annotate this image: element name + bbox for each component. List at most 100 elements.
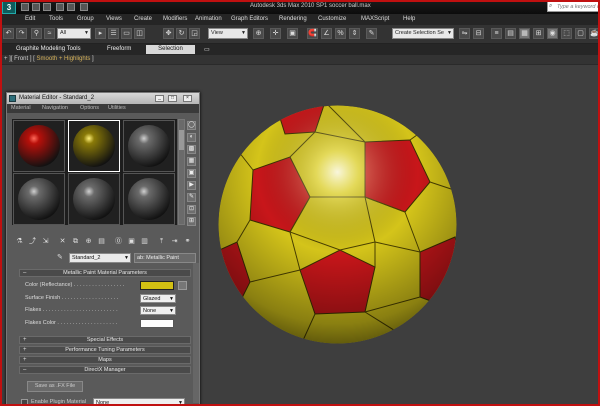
- material-editor-title-bar[interactable]: Material Editor - Standard_2 _ □ ×: [7, 93, 199, 104]
- project-folder-icon[interactable]: [80, 3, 88, 11]
- sample-slot[interactable]: [68, 120, 120, 172]
- viewport-label[interactable]: + ][ Front ] [ Smooth + Highlights ]: [4, 56, 94, 62]
- move-icon[interactable]: ✥: [163, 28, 174, 39]
- render-setup-icon[interactable]: ⬚: [561, 28, 572, 39]
- rectangular-selection-icon[interactable]: ▭: [121, 28, 132, 39]
- menu-help[interactable]: Help: [403, 16, 415, 22]
- close-button[interactable]: ×: [183, 95, 192, 102]
- save-as-fx-file-button[interactable]: Save as .FX File: [27, 381, 83, 392]
- me-menu-utilities[interactable]: Utilities: [108, 105, 126, 111]
- sample-type-icon[interactable]: ◯: [187, 121, 196, 130]
- app-logo-icon[interactable]: 3: [2, 1, 16, 14]
- rollout-performance-tuning[interactable]: + Performance Tuning Parameters: [19, 346, 191, 354]
- material-type-button[interactable]: ab: Metallic Paint: [134, 253, 196, 263]
- material-id-channel-icon[interactable]: ⓪: [114, 237, 123, 246]
- named-selection-set-dropdown[interactable]: Create Selection Se ▼: [392, 28, 454, 39]
- me-menu-material[interactable]: Material: [11, 105, 31, 111]
- save-file-icon[interactable]: [43, 3, 51, 11]
- bind-space-warp-icon[interactable]: ≈: [44, 28, 55, 39]
- viewport-name-label[interactable]: + ][ Front ] [: [4, 56, 37, 62]
- select-object-icon[interactable]: ▸: [95, 28, 106, 39]
- soccer-ball[interactable]: [215, 102, 460, 347]
- material-name-dropdown[interactable]: Standard_2 ▼: [69, 253, 131, 263]
- sample-slot[interactable]: [13, 120, 65, 172]
- me-menu-options[interactable]: Options: [80, 105, 99, 111]
- quick-render-icon[interactable]: ☕: [589, 28, 600, 39]
- window-crossing-icon[interactable]: ◫: [134, 28, 145, 39]
- menu-rendering[interactable]: Rendering: [279, 16, 307, 22]
- me-menu-navigation[interactable]: Navigation: [42, 105, 68, 111]
- curve-editor-icon[interactable]: ▦: [519, 28, 530, 39]
- viewport-shading-label[interactable]: Smooth + Highlights: [37, 56, 91, 62]
- go-to-parent-icon[interactable]: ⤒: [157, 237, 166, 246]
- copy-material-icon[interactable]: ⧉: [71, 237, 80, 246]
- flakes-color-swatch[interactable]: [140, 319, 174, 328]
- options-icon[interactable]: ✎: [187, 193, 196, 202]
- sample-slot[interactable]: [68, 173, 120, 225]
- new-file-icon[interactable]: [21, 3, 29, 11]
- graphite-toggle-icon[interactable]: ▤: [505, 28, 516, 39]
- material-editor-window[interactable]: Material Editor - Standard_2 _ □ × Mater…: [6, 92, 200, 406]
- spinner-snap-icon[interactable]: ⇕: [349, 28, 360, 39]
- keyboard-shortcut-icon[interactable]: ▣: [287, 28, 298, 39]
- flakes-dropdown[interactable]: None ▼: [140, 306, 176, 315]
- menu-group[interactable]: Group: [77, 16, 94, 22]
- put-to-scene-icon[interactable]: ⤴: [28, 237, 37, 246]
- background-icon[interactable]: ▩: [187, 145, 196, 154]
- eyedropper-icon[interactable]: ✎: [57, 254, 65, 262]
- pivot-center-icon[interactable]: ⊕: [253, 28, 264, 39]
- color-reflectance-swatch[interactable]: [140, 281, 174, 290]
- rollout-metallic-paint-parameters[interactable]: – Metallic Paint Material Parameters: [19, 269, 191, 277]
- ribbon-minimize-icon[interactable]: ▭: [201, 45, 213, 54]
- edit-named-selection-icon[interactable]: ✎: [366, 28, 377, 39]
- sample-slot[interactable]: [13, 173, 65, 225]
- menu-graph-editors[interactable]: Graph Editors: [231, 16, 268, 22]
- make-unique-icon[interactable]: ⊕: [84, 237, 93, 246]
- snaps-toggle-icon[interactable]: 🧲: [307, 28, 318, 39]
- menu-animation[interactable]: Animation: [195, 16, 222, 22]
- undo-icon[interactable]: ↶: [3, 28, 14, 39]
- redo-icon[interactable]: ↷: [16, 28, 27, 39]
- layer-manager-icon[interactable]: ≡: [491, 28, 502, 39]
- select-by-name-icon[interactable]: ☰: [108, 28, 119, 39]
- redo-icon[interactable]: [67, 3, 75, 11]
- enable-plugin-material-checkbox[interactable]: [21, 399, 28, 406]
- menu-modifiers[interactable]: Modifiers: [163, 16, 187, 22]
- menu-views[interactable]: Views: [106, 16, 122, 22]
- maximize-button[interactable]: □: [168, 95, 177, 102]
- show-end-result-icon[interactable]: ▥: [140, 237, 149, 246]
- sample-slot[interactable]: [123, 120, 175, 172]
- selection-filter-dropdown[interactable]: All ▼: [57, 28, 91, 39]
- menu-maxscript[interactable]: MAXScript: [361, 16, 389, 22]
- mirror-icon[interactable]: ⇋: [459, 28, 470, 39]
- keyword-search-input[interactable]: Type a keyword or phrase: [547, 1, 600, 12]
- menu-edit[interactable]: Edit: [25, 16, 35, 22]
- show-map-in-viewport-icon[interactable]: ▣: [127, 237, 136, 246]
- rollout-maps[interactable]: + Maps: [19, 356, 191, 364]
- scrollbar-thumb[interactable]: [179, 130, 184, 150]
- select-by-material-icon[interactable]: ⊡: [187, 205, 196, 214]
- rotate-icon[interactable]: ↻: [176, 28, 187, 39]
- assign-to-selection-icon[interactable]: ⇲: [41, 237, 50, 246]
- rollout-special-effects[interactable]: + Special Effects: [19, 336, 191, 344]
- reset-map-icon[interactable]: ✕: [58, 237, 67, 246]
- material-map-navigator-icon[interactable]: ⊞: [187, 217, 196, 226]
- scale-icon[interactable]: ◲: [189, 28, 200, 39]
- material-parameters-scrollbar[interactable]: [193, 263, 199, 403]
- backlight-icon[interactable]: ◐: [187, 133, 196, 142]
- sample-slots-scrollbar[interactable]: [178, 119, 185, 225]
- sample-uv-tiling-icon[interactable]: ▦: [187, 157, 196, 166]
- rollout-directx-manager[interactable]: – DirectX Manager: [19, 366, 191, 374]
- undo-icon[interactable]: [56, 3, 64, 11]
- percent-snap-icon[interactable]: %: [335, 28, 346, 39]
- sample-slot[interactable]: [123, 173, 175, 225]
- make-preview-icon[interactable]: ▶: [187, 181, 196, 190]
- tab-freeform[interactable]: Freeform: [101, 45, 137, 54]
- reference-coordinate-dropdown[interactable]: View ▼: [208, 28, 248, 39]
- material-editor-icon[interactable]: ◉: [547, 28, 558, 39]
- menu-tools[interactable]: Tools: [49, 16, 63, 22]
- menu-customize[interactable]: Customize: [318, 16, 346, 22]
- minimize-button[interactable]: _: [155, 95, 164, 102]
- angle-snap-icon[interactable]: ∠: [321, 28, 332, 39]
- video-color-check-icon[interactable]: ▣: [187, 169, 196, 178]
